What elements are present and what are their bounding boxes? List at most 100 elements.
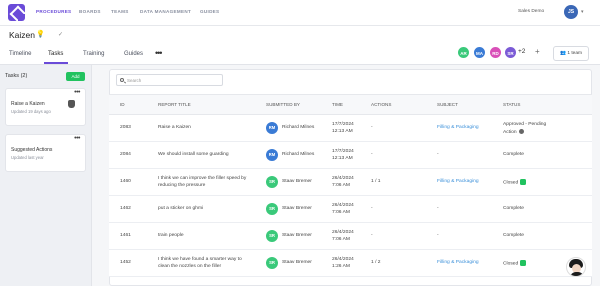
column-header-report-title[interactable]: REPORT TITLE (158, 102, 191, 107)
member-avatar[interactable]: MA (473, 46, 486, 59)
user-avatar[interactable]: JS (564, 5, 578, 19)
report-title-line2: clean the nozzles on the filler (158, 263, 222, 269)
task-card-title: Suggested Actions (11, 147, 53, 153)
report-date: 26/4/2024 (332, 203, 354, 208)
report-time: 7:06 AM (332, 209, 350, 215)
app-logo[interactable] (8, 4, 25, 21)
cell-time: 17/7/2024 12:13 AM (332, 122, 354, 135)
status-text-line2: Action (503, 129, 517, 135)
extra-members-count[interactable]: +2 (518, 48, 525, 55)
more-tabs-icon[interactable]: ••• (155, 48, 163, 58)
cell-report-title[interactable]: We should install some guarding (158, 152, 229, 159)
column-header-subject[interactable]: SUBJECT (437, 102, 458, 107)
table-row[interactable]: 1460 I think we can improve the filler sp… (109, 169, 592, 196)
report-time: 7:06 AM (332, 182, 350, 188)
status-text: Complete (503, 206, 524, 211)
assistant-avatar[interactable] (566, 257, 586, 277)
nav-boards[interactable]: BOARDS (79, 9, 101, 14)
cell-report-title[interactable]: put a sticker on ghmi (158, 206, 203, 213)
chevron-down-icon[interactable]: ▾ (581, 9, 584, 15)
tasks-heading: Tasks (2) (5, 73, 28, 79)
search-box[interactable] (116, 74, 223, 86)
cell-actions: - (371, 206, 373, 211)
column-header-actions[interactable]: ACTIONS (371, 102, 391, 107)
cell-report-title[interactable]: I think we have found a smarter way to cl… (158, 257, 242, 270)
tab-tasks[interactable]: Tasks (48, 51, 63, 57)
column-header-id[interactable]: ID (120, 102, 125, 107)
cell-report-title[interactable]: train people (158, 233, 184, 240)
column-header-time[interactable]: TIME (332, 102, 343, 107)
cell-submitted-by: Richard Milnes (282, 125, 315, 130)
cell-time: 26/4/2024 7:06 AM (332, 176, 354, 189)
submitter-avatar: SR (266, 203, 278, 215)
report-title-line1: We should install some guarding (158, 152, 229, 157)
cell-id: 1452 (120, 260, 131, 265)
report-title-line1: Raise a Kaizen (158, 125, 191, 130)
report-time: 12:13 AM (332, 128, 353, 134)
cell-time: 26/4/2024 1:26 AM (332, 257, 354, 270)
member-avatar[interactable]: RD (489, 46, 502, 59)
cell-actions: 1 / 2 (371, 260, 381, 265)
table-row[interactable]: 1452 I think we have found a smarter way … (109, 250, 592, 277)
report-title-line1: I think we have found a smarter way to (158, 257, 242, 262)
team-button[interactable]: 👥 1 team (553, 46, 589, 61)
nav-guides[interactable]: GUIDES (200, 9, 219, 14)
cell-status: Complete (503, 206, 524, 213)
user-name: Sales Demo (518, 9, 545, 14)
more-options-icon[interactable]: ••• (74, 89, 80, 96)
cell-submitted-by: Richard Milnes (282, 152, 315, 157)
cell-status: Approved - Pending Action (503, 122, 546, 136)
task-card-subtitle: Updated 19 days ago (11, 109, 51, 114)
report-date: 17/7/2024 (332, 149, 354, 154)
submitter-avatar: SR (266, 257, 278, 269)
cell-subject[interactable]: Filling & Packaging (437, 125, 479, 132)
cell-status: Closed (503, 179, 527, 187)
member-avatar[interactable]: AR (457, 46, 470, 59)
search-input[interactable] (127, 76, 217, 85)
table-row[interactable]: 1462 put a sticker on ghmi SR Staav Bremer 2… (109, 196, 592, 223)
cell-status: Closed (503, 260, 527, 268)
cell-actions: - (371, 152, 373, 157)
cell-subject[interactable]: Filling & Packaging (437, 260, 479, 267)
report-date: 26/4/2024 (332, 176, 354, 181)
table-row[interactable]: 1461 train people SR Staav Bremer 26/4/2024 7… (109, 223, 592, 250)
check-icon[interactable]: ✓ (58, 31, 63, 38)
nav-data-management[interactable]: DATA MANAGEMENT (140, 9, 191, 14)
tab-training[interactable]: Training (83, 51, 104, 57)
status-closed-icon (520, 260, 527, 266)
report-title-line2: reducing the pressure (158, 182, 206, 188)
member-avatar[interactable]: SR (504, 46, 517, 59)
column-header-status[interactable]: STATUS (503, 102, 520, 107)
table-header: ID REPORT TITLE SUBMITTED BY TIME ACTION… (109, 94, 592, 115)
cell-subject: - (437, 152, 439, 157)
add-member-icon[interactable]: + (535, 47, 540, 56)
cell-subject[interactable]: Filling & Packaging (437, 179, 479, 186)
cell-id: 2084 (120, 152, 131, 157)
column-header-submitted-by[interactable]: SUBMITTED BY (266, 102, 300, 107)
report-time: 7:06 AM (332, 236, 350, 242)
submitter-avatar: RM (266, 149, 278, 161)
cell-actions: - (371, 233, 373, 238)
table-row[interactable]: 2083 Raise a Kaizen RM Richard Milnes 17/7/2… (109, 115, 592, 142)
tasks-sidebar: Tasks (2) Add ••• Raise a Kaizen Updated… (0, 65, 92, 286)
top-nav-bar: PROCEDURES BOARDS TEAMS DATA MANAGEMENT … (0, 0, 600, 26)
tab-timeline[interactable]: Timeline (9, 51, 31, 57)
add-task-button[interactable]: Add (66, 72, 85, 81)
report-date: 26/4/2024 (332, 257, 354, 262)
report-date: 26/4/2024 (332, 230, 354, 235)
cell-report-title[interactable]: Raise a Kaizen (158, 125, 191, 132)
nav-teams[interactable]: TEAMS (111, 9, 129, 14)
status-closed-icon (520, 179, 527, 185)
cell-time: 26/4/2024 7:06 AM (332, 203, 354, 216)
cell-report-title[interactable]: I think we can improve the filler speed … (158, 176, 246, 189)
cell-submitted-by: Staav Bremer (282, 179, 312, 184)
page-title: Kaizen (9, 30, 35, 40)
nav-procedures[interactable]: PROCEDURES (36, 9, 71, 14)
report-title-line1: put a sticker on ghmi (158, 206, 204, 211)
cell-time: 17/7/2024 12:13 AM (332, 149, 354, 162)
cell-id: 1460 (120, 179, 131, 184)
task-card[interactable]: ••• Suggested Actions Updated last year (5, 134, 86, 172)
table-row[interactable]: 2084 We should install some guarding RM Ric… (109, 142, 592, 169)
more-options-icon[interactable]: ••• (74, 135, 80, 142)
tab-guides[interactable]: Guides (124, 51, 143, 57)
